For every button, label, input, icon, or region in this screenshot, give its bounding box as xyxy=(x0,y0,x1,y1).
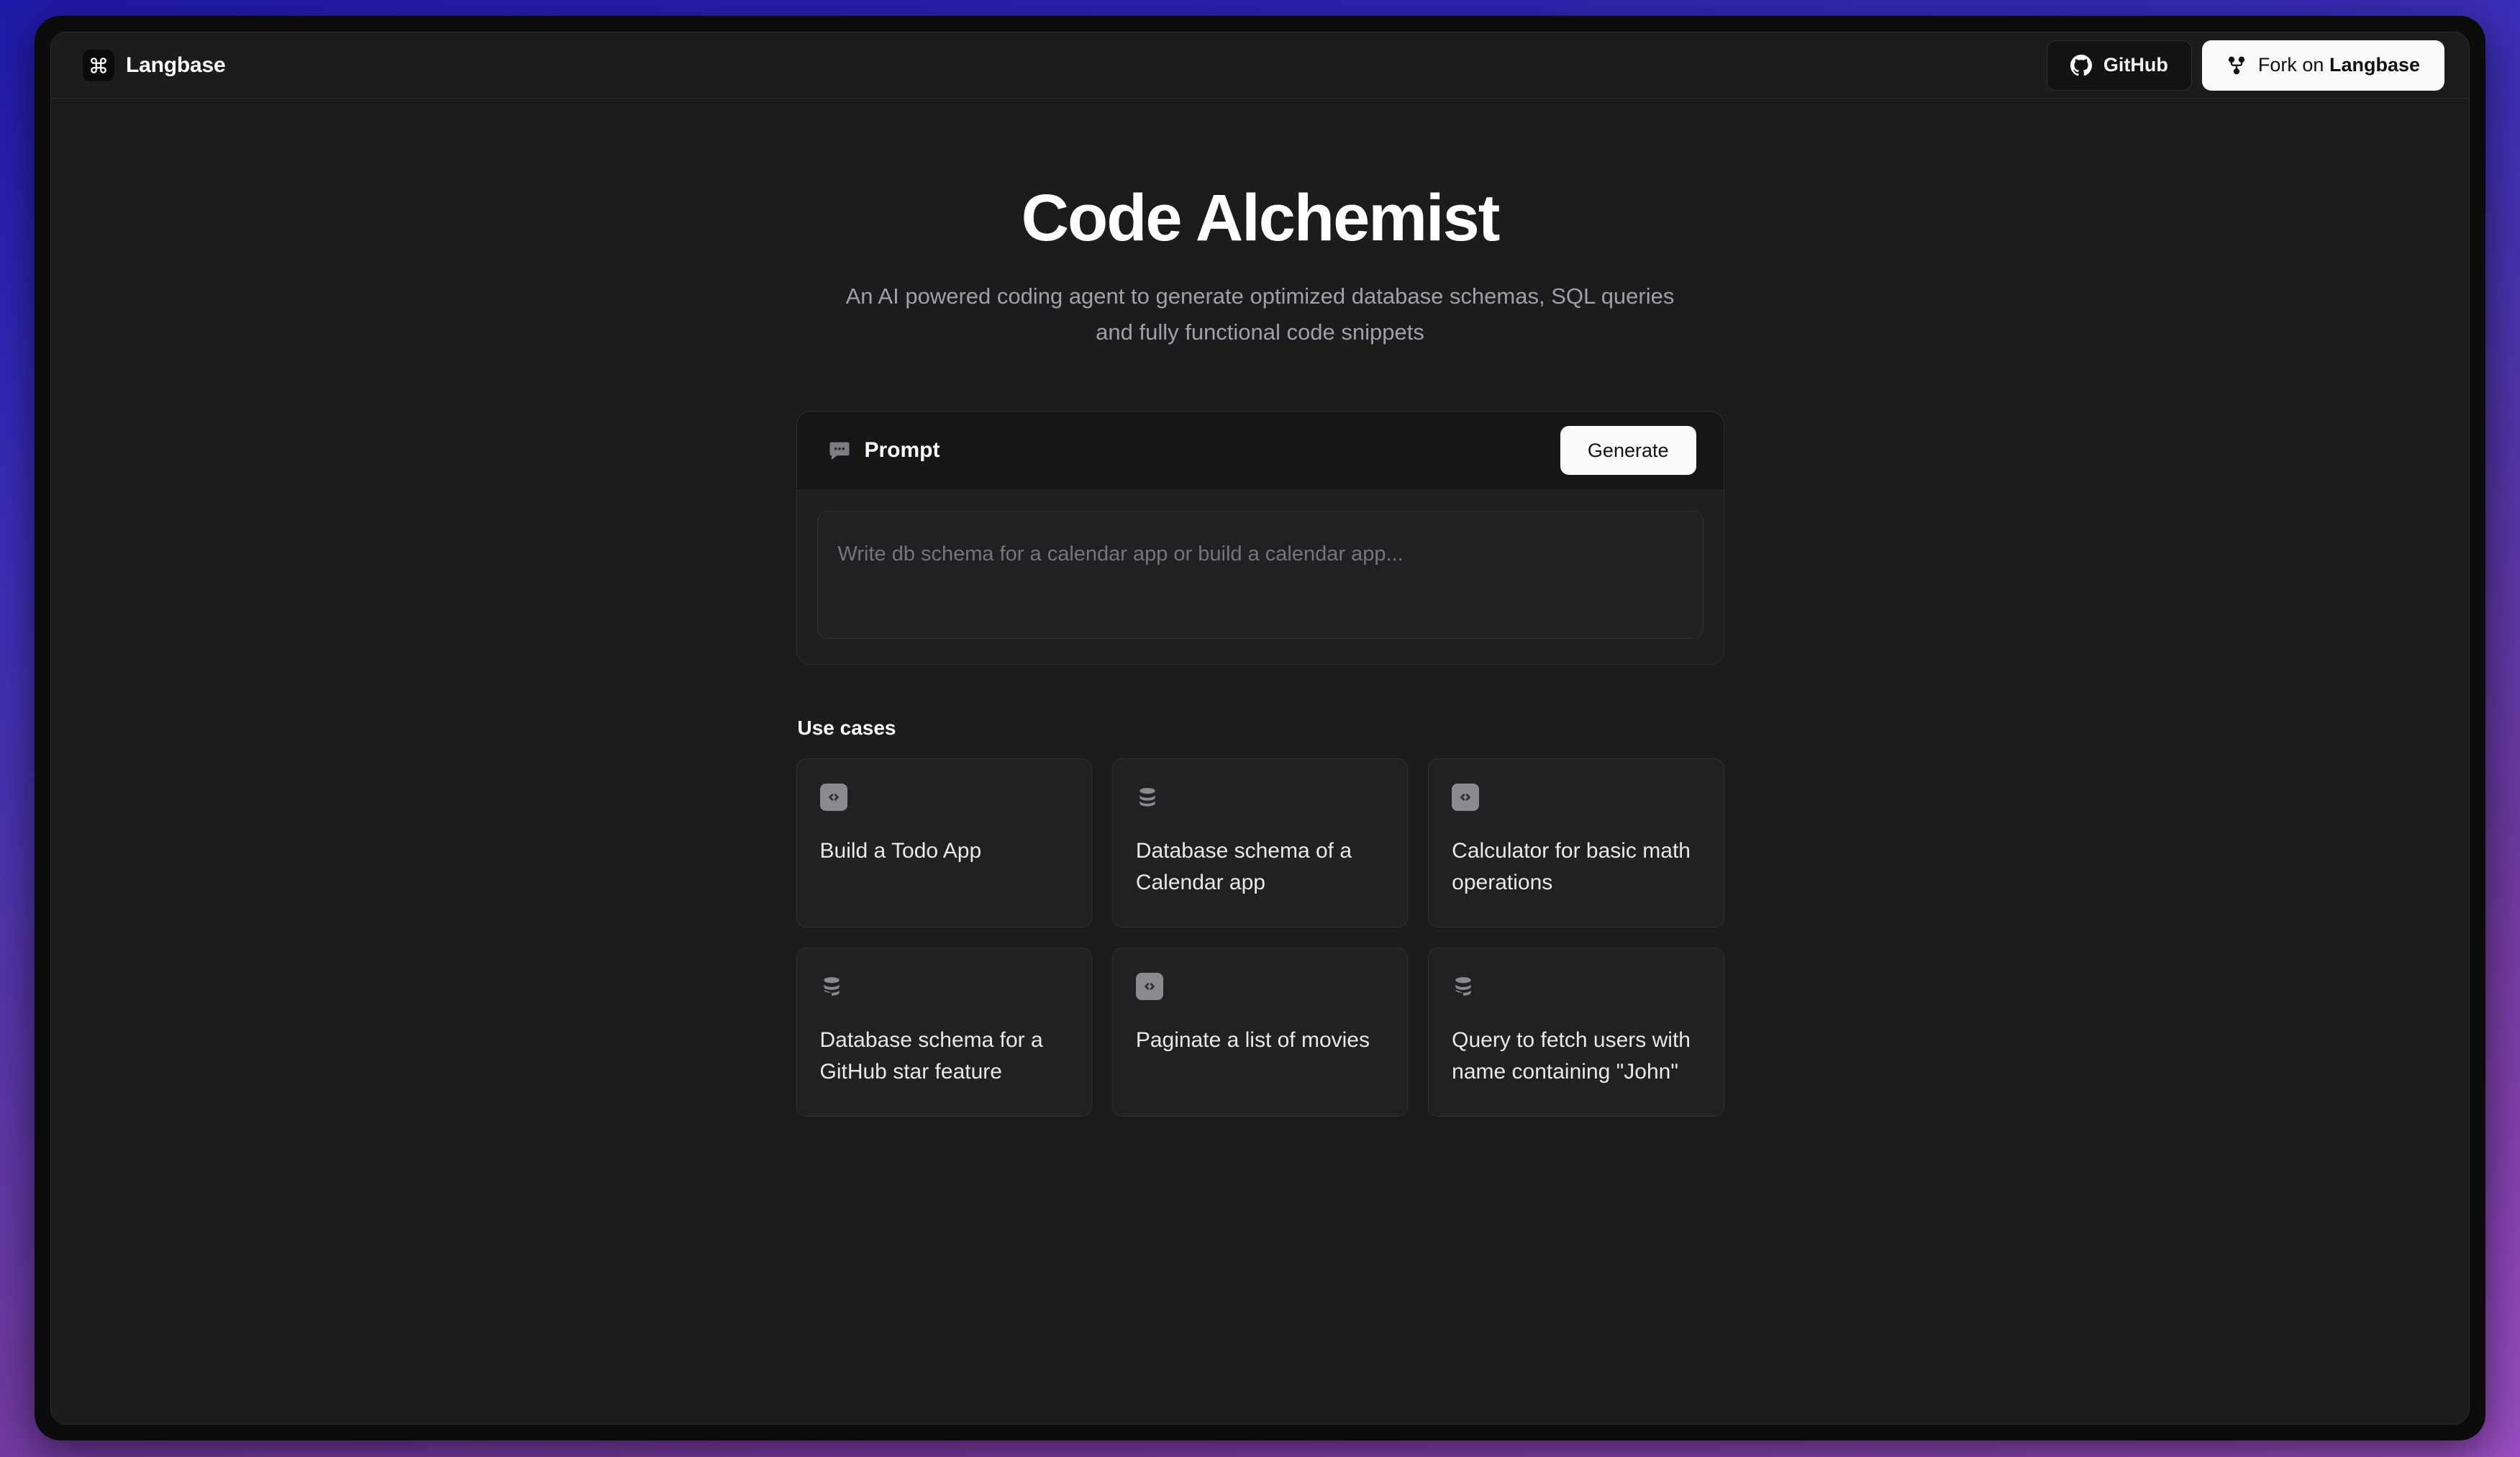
use-case-card[interactable]: Query to fetch users with name containin… xyxy=(1428,947,1724,1117)
app-header: Langbase GitHub Fork on Langbase xyxy=(51,32,2469,99)
header-actions: GitHub Fork on Langbase xyxy=(2046,40,2444,91)
github-button-label: GitHub xyxy=(2103,54,2168,76)
app-window: Langbase GitHub Fork on Langbase Code Al… xyxy=(50,32,2470,1425)
brand[interactable]: Langbase xyxy=(83,49,226,81)
brand-name: Langbase xyxy=(126,53,226,77)
code-icon xyxy=(1135,972,1163,1000)
use-cases-title: Use cases xyxy=(797,716,896,739)
database-icon xyxy=(820,973,847,1000)
page-title: Code Alchemist xyxy=(1021,181,1501,255)
use-case-label: Build a Todo App xyxy=(819,838,982,863)
prompt-card-header-left: Prompt xyxy=(827,438,940,463)
command-icon xyxy=(83,49,114,81)
message-dots-icon xyxy=(827,438,852,463)
git-fork-icon xyxy=(2226,55,2247,76)
prompt-input[interactable] xyxy=(817,510,1703,639)
use-case-label: Database schema of a Calendar app xyxy=(1135,838,1352,895)
browser-window-frame: Langbase GitHub Fork on Langbase Code Al… xyxy=(35,16,2485,1440)
code-icon xyxy=(819,783,847,811)
use-case-card[interactable]: Database schema of a Calendar app xyxy=(1111,758,1409,927)
github-icon xyxy=(2070,54,2092,76)
generate-button[interactable]: Generate xyxy=(1560,426,1696,476)
use-case-card[interactable]: Paginate a list of movies xyxy=(1111,947,1409,1117)
use-case-card[interactable]: Build a Todo App xyxy=(796,758,1092,927)
prompt-card-body xyxy=(796,490,1724,664)
code-icon xyxy=(1452,783,1480,811)
fork-button-label-prefix: Fork on xyxy=(2257,54,2329,76)
use-cases-section: Use cases Build a Todo App Database sche… xyxy=(796,717,1724,1117)
github-button[interactable]: GitHub xyxy=(2046,40,2192,91)
fork-on-langbase-button[interactable]: Fork on Langbase xyxy=(2201,40,2444,91)
database-icon xyxy=(1452,973,1479,1000)
use-case-label: Query to fetch users with name containin… xyxy=(1452,1027,1691,1084)
use-case-card[interactable]: Calculator for basic math operations xyxy=(1428,758,1724,927)
fork-button-label: Fork on Langbase xyxy=(2258,54,2420,76)
use-case-label: Paginate a list of movies xyxy=(1135,1027,1370,1052)
prompt-card-header: Prompt Generate xyxy=(796,411,1724,491)
use-case-label: Database schema for a GitHub star featur… xyxy=(819,1027,1043,1084)
use-cases-grid: Build a Todo App Database schema of a Ca… xyxy=(796,758,1724,1117)
page-subtitle: An AI powered coding agent to generate o… xyxy=(845,283,1675,345)
fork-button-label-brand: Langbase xyxy=(2329,54,2420,76)
prompt-label: Prompt xyxy=(864,438,940,463)
main-content: Code Alchemist An AI powered coding agen… xyxy=(51,99,2469,1424)
use-case-label: Calculator for basic math operations xyxy=(1452,838,1691,895)
prompt-card: Prompt Generate xyxy=(796,410,1724,665)
use-case-card[interactable]: Database schema for a GitHub star featur… xyxy=(796,947,1092,1117)
database-icon xyxy=(1136,784,1163,811)
